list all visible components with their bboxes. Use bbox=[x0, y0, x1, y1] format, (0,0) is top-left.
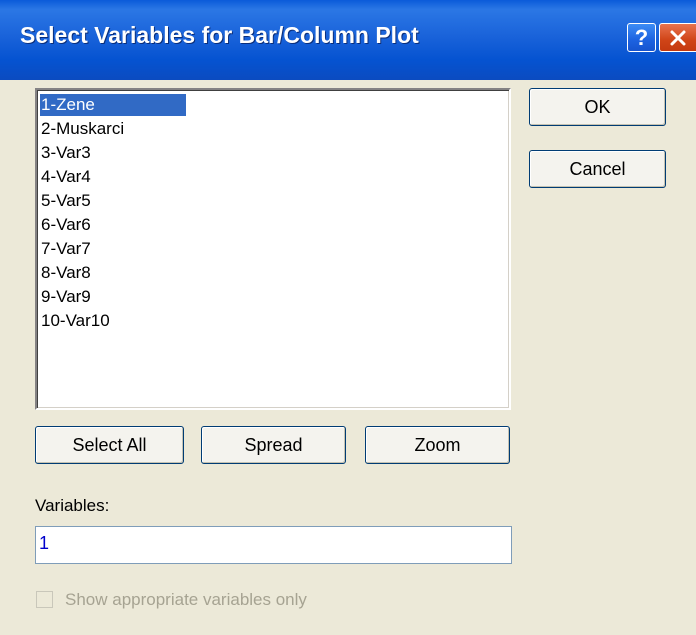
list-item[interactable]: 8-Var8 bbox=[40, 262, 99, 284]
dialog-window: Select Variables for Bar/Column Plot ? 1… bbox=[0, 0, 696, 635]
list-item[interactable]: 6-Var6 bbox=[40, 214, 99, 236]
show-appropriate-checkbox[interactable] bbox=[36, 591, 53, 608]
list-item[interactable]: 9-Var9 bbox=[40, 286, 99, 308]
ok-button[interactable]: OK bbox=[529, 88, 666, 126]
list-item[interactable]: 1-Zene bbox=[40, 94, 186, 116]
list-item[interactable]: 10-Var10 bbox=[40, 310, 118, 332]
spread-button[interactable]: Spread bbox=[201, 426, 346, 464]
list-item[interactable]: 2-Muskarci bbox=[40, 118, 132, 140]
list-item[interactable]: 4-Var4 bbox=[40, 166, 99, 188]
help-icon: ? bbox=[634, 24, 649, 50]
show-appropriate-label: Show appropriate variables only bbox=[65, 590, 307, 609]
variables-label: Variables: bbox=[35, 496, 110, 515]
list-item[interactable]: 7-Var7 bbox=[40, 238, 99, 260]
close-icon bbox=[670, 30, 686, 45]
window-title: Select Variables for Bar/Column Plot bbox=[20, 22, 419, 48]
zoom-button[interactable]: Zoom bbox=[365, 426, 510, 464]
variables-listbox[interactable]: 1-Zene 2-Muskarci 3-Var3 4-Var4 5-Var5 6… bbox=[35, 88, 511, 410]
title-bar[interactable]: Select Variables for Bar/Column Plot ? bbox=[0, 0, 696, 80]
help-button[interactable]: ? bbox=[627, 23, 656, 52]
list-item[interactable]: 3-Var3 bbox=[40, 142, 99, 164]
list-item[interactable]: 5-Var5 bbox=[40, 190, 99, 212]
variables-input[interactable]: 1 bbox=[35, 526, 512, 564]
cancel-button[interactable]: Cancel bbox=[529, 150, 666, 188]
close-button[interactable] bbox=[659, 23, 696, 52]
select-all-button[interactable]: Select All bbox=[35, 426, 184, 464]
